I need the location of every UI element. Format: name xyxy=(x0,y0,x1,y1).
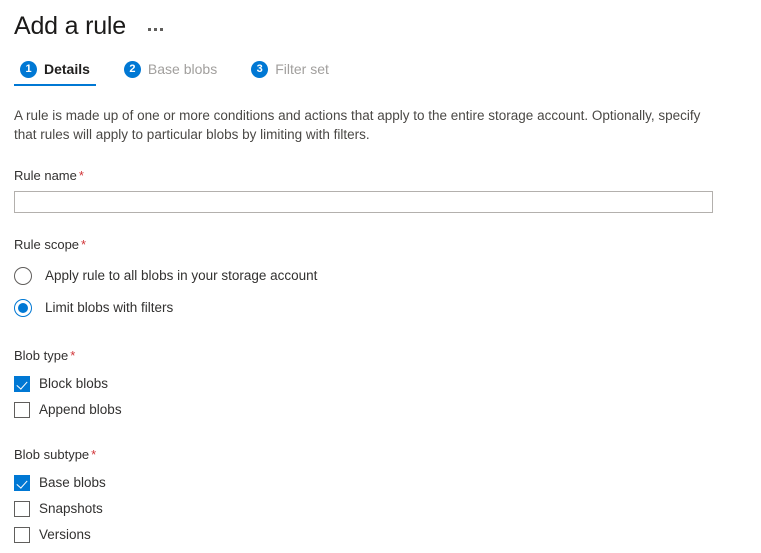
required-asterisk: * xyxy=(78,168,84,183)
tab-label: Base blobs xyxy=(147,61,218,77)
required-asterisk: * xyxy=(91,447,97,462)
tab-step-number: 3 xyxy=(251,61,269,78)
checkbox-label: Versions xyxy=(39,527,91,542)
checkbox-base-blobs[interactable]: Base blobs xyxy=(14,470,747,496)
blob-type-label: Blob type * xyxy=(14,348,747,364)
required-asterisk: * xyxy=(81,237,87,252)
tab-filter-set[interactable]: 3 Filter set xyxy=(245,60,335,86)
checkbox-snapshots[interactable]: Snapshots xyxy=(14,496,747,522)
blob-type-label-text: Blob type xyxy=(14,348,69,363)
rule-scope-label-text: Rule scope xyxy=(14,237,80,252)
form-content: A rule is made up of one or more conditi… xyxy=(0,106,761,548)
blade-description: A rule is made up of one or more conditi… xyxy=(14,108,701,142)
tab-step-number: 2 xyxy=(123,61,141,78)
checkbox-versions[interactable]: Versions xyxy=(14,522,747,548)
tab-step-number: 1 xyxy=(20,61,37,78)
checkbox-label: Snapshots xyxy=(39,501,103,516)
page-title: Add a rule xyxy=(14,12,126,40)
blob-subtype-label-text: Blob subtype xyxy=(14,447,90,462)
ellipsis-dot xyxy=(147,27,151,31)
radio-label: Limit blobs with filters xyxy=(45,300,174,315)
checkbox-append-blobs[interactable]: Append blobs xyxy=(14,397,747,423)
checkbox-label: Block blobs xyxy=(39,376,109,391)
blob-subtype-label: Blob subtype * xyxy=(14,447,747,463)
radio-apply-all-blobs[interactable]: Apply rule to all blobs in your storage … xyxy=(14,260,747,292)
rule-scope-radio-group: Apply rule to all blobs in your storage … xyxy=(14,260,747,324)
rule-name-label: Rule name * xyxy=(14,168,747,184)
checkbox-checked-icon xyxy=(14,475,30,491)
radio-limit-with-filters[interactable]: Limit blobs with filters xyxy=(14,292,747,324)
rule-name-label-text: Rule name xyxy=(14,168,77,183)
rule-scope-label: Rule scope * xyxy=(14,237,747,253)
checkbox-block-blobs[interactable]: Block blobs xyxy=(14,371,747,397)
radio-circle-icon xyxy=(14,267,32,285)
required-asterisk: * xyxy=(70,348,76,363)
checkbox-icon xyxy=(14,402,30,418)
add-rule-blade: Add a rule 1 Details 2 Base blobs 3 Filt… xyxy=(0,0,761,553)
blob-type-checkbox-group: Block blobs Append blobs xyxy=(14,371,747,423)
checkbox-icon xyxy=(14,501,30,517)
rule-name-input[interactable] xyxy=(14,191,713,213)
radio-label: Apply rule to all blobs in your storage … xyxy=(45,268,318,283)
tab-label: Details xyxy=(44,61,90,77)
checkbox-label: Append blobs xyxy=(39,402,122,417)
checkbox-icon xyxy=(14,527,30,543)
tab-details[interactable]: 1 Details xyxy=(14,60,96,86)
radio-circle-selected-icon xyxy=(14,299,32,317)
tab-base-blobs[interactable]: 2 Base blobs xyxy=(118,60,223,86)
checkbox-checked-icon xyxy=(14,376,30,392)
wizard-tabs: 1 Details 2 Base blobs 3 Filter set xyxy=(0,60,761,86)
more-options-icon[interactable] xyxy=(144,24,167,35)
blob-subtype-checkbox-group: Base blobs Snapshots Versions xyxy=(14,470,747,548)
ellipsis-dot xyxy=(153,27,157,31)
blade-header: Add a rule xyxy=(0,0,761,42)
checkbox-label: Base blobs xyxy=(39,475,106,490)
ellipsis-dot xyxy=(159,27,163,31)
tab-label: Filter set xyxy=(275,61,329,77)
